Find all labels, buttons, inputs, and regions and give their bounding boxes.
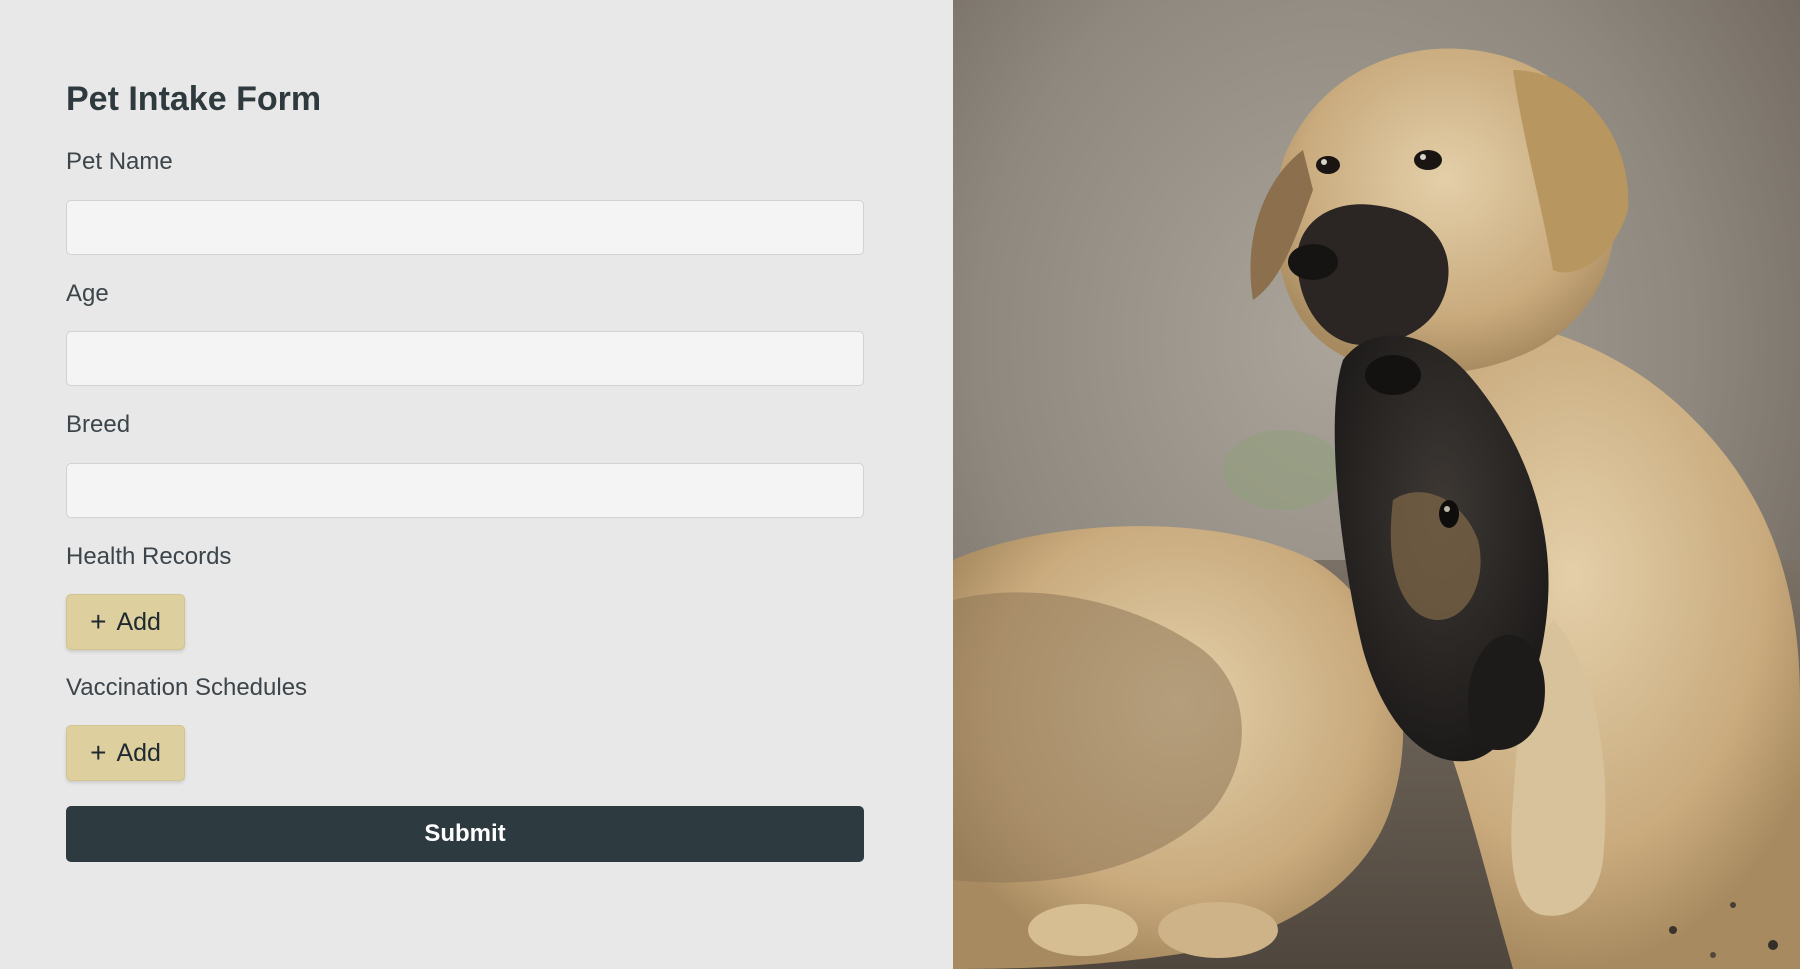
add-vaccination-schedule-label: Add	[116, 738, 161, 767]
add-health-record-button[interactable]: + Add	[66, 594, 185, 650]
health-records-label: Health Records	[66, 543, 232, 570]
add-health-record-label: Add	[116, 607, 161, 636]
breed-label: Breed	[66, 411, 131, 438]
pet-name-label: Pet Name	[66, 148, 173, 175]
age-label: Age	[66, 280, 109, 307]
age-input[interactable]	[66, 331, 864, 386]
form-title: Pet Intake Form	[66, 80, 322, 118]
submit-button[interactable]: Submit	[66, 806, 864, 862]
pet-name-input[interactable]	[66, 200, 864, 255]
plus-icon: +	[90, 606, 107, 637]
vaccination-schedules-label: Vaccination Schedules	[66, 674, 308, 701]
add-vaccination-schedule-button[interactable]: + Add	[66, 725, 185, 781]
puppies-image	[953, 0, 1800, 969]
pet-photo	[953, 0, 1800, 969]
plus-icon: +	[90, 737, 107, 768]
form-panel: Pet Intake Form Pet Name Age Breed Healt…	[0, 0, 953, 969]
page: Pet Intake Form Pet Name Age Breed Healt…	[0, 0, 1800, 969]
breed-input[interactable]	[66, 463, 864, 518]
